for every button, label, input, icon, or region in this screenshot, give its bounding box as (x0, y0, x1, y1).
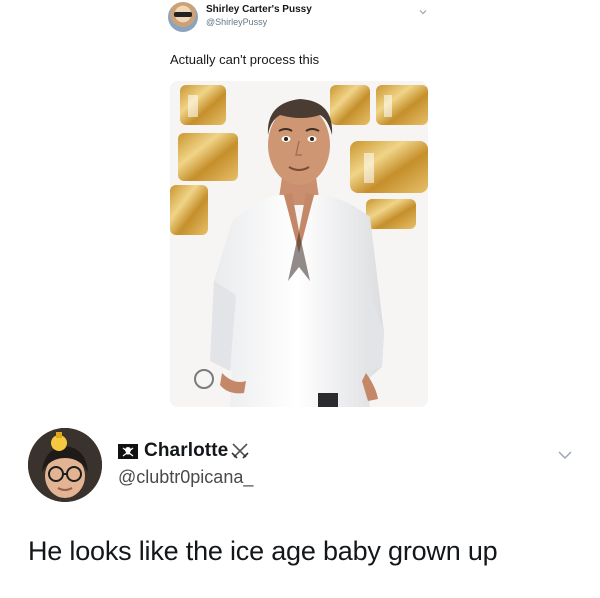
quoted-tweet[interactable]: Shirley Carter's Pussy @ShirleyPussy Act… (160, 0, 440, 412)
display-name-row[interactable]: Charlotte (118, 440, 250, 462)
pirate-flag-icon (118, 443, 138, 459)
user-handle[interactable]: @ShirleyPussy (206, 17, 267, 27)
tweet-text: He looks like the ice age baby grown up (28, 536, 498, 566)
crossed-swords-icon (231, 443, 249, 459)
user-handle[interactable]: @clubtr0picana_ (118, 467, 253, 488)
display-name[interactable]: Shirley Carter's Pussy (206, 4, 312, 15)
tweet-text: Actually can't process this (170, 52, 320, 67)
chevron-down-icon[interactable] (417, 6, 429, 18)
avatar[interactable] (28, 428, 102, 502)
avatar[interactable] (168, 2, 198, 32)
chevron-down-icon[interactable] (556, 446, 574, 464)
display-name[interactable]: Charlotte (144, 440, 228, 462)
tweet-photo[interactable] (170, 81, 428, 407)
